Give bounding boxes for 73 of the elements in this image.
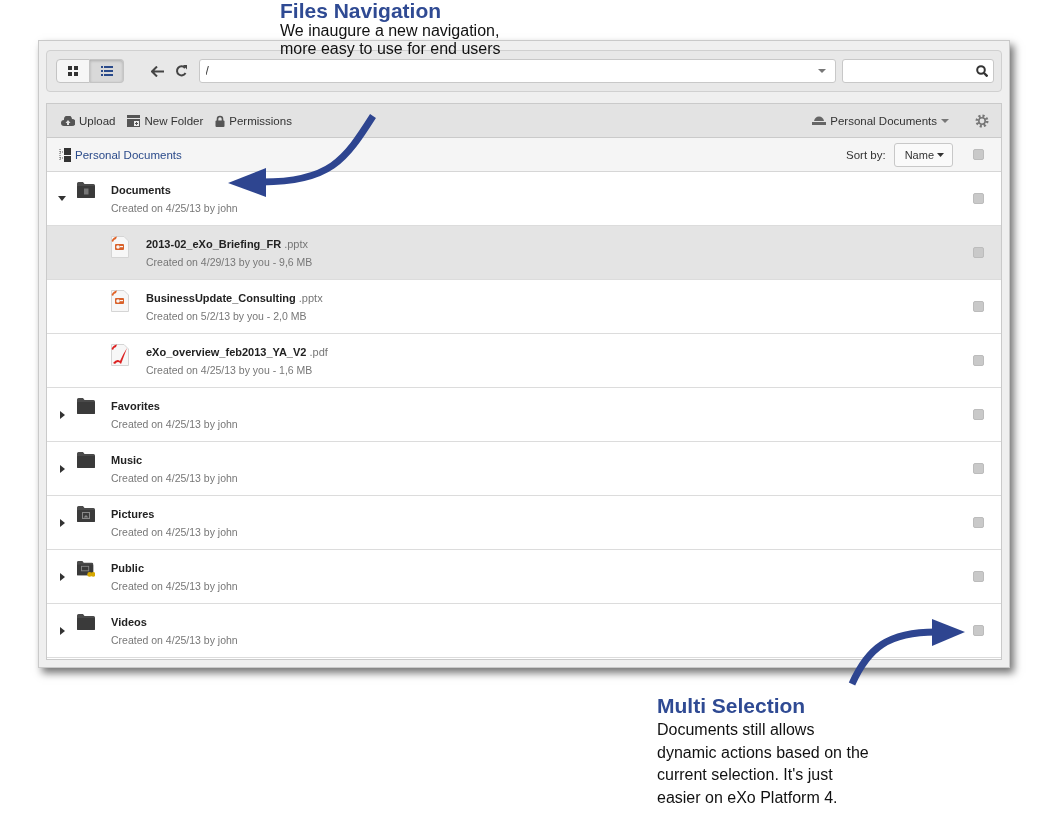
folder-name: Favorites	[111, 400, 161, 412]
action-link[interactable]: New Folder	[144, 114, 204, 127]
caret-down-icon[interactable]	[58, 196, 66, 201]
folder-icon	[77, 560, 95, 578]
row-checkbox[interactable]	[973, 301, 984, 312]
presentation-file-icon	[111, 236, 129, 258]
path-field[interactable]: /	[198, 59, 836, 83]
tree-icon	[59, 147, 71, 162]
sort-label: Sort by:	[846, 148, 886, 161]
view-toggle-button[interactable]	[56, 59, 90, 83]
row-checkbox[interactable]	[973, 247, 984, 258]
item-details: Created on 4/25/13 by john	[111, 472, 239, 484]
row-checkbox[interactable]	[973, 355, 984, 366]
row-checkbox[interactable]	[973, 625, 984, 636]
caret-icon	[937, 152, 944, 157]
search-icon	[976, 65, 988, 77]
folder-name: Documents	[111, 184, 172, 196]
row-checkbox[interactable]	[973, 193, 984, 204]
item-details: Created on 5/2/13 by you - 2,0 MB	[146, 310, 308, 322]
caret-right-icon[interactable]	[59, 410, 65, 419]
item-details: Created on 4/25/13 by john	[111, 580, 239, 592]
folder-icon	[77, 506, 95, 522]
annotation-text: We inaugure a new navigation, more easy to use for end users	[280, 22, 501, 58]
row-checkbox[interactable]	[973, 463, 984, 474]
settings-icon[interactable]	[975, 113, 989, 128]
back-arrow-icon[interactable]	[151, 65, 165, 77]
dropdown-caret-icon[interactable]	[941, 118, 949, 123]
caret-right-icon[interactable]	[59, 464, 65, 473]
folder-icon	[77, 614, 95, 630]
folder-icon	[77, 182, 95, 198]
presentation-file-icon	[111, 290, 129, 312]
item-details: Created on 4/25/13 by john	[111, 634, 239, 646]
dropdown-caret-icon[interactable]	[817, 69, 826, 73]
item-details: Created on 4/25/13 by john	[111, 526, 239, 538]
lock-icon	[215, 114, 226, 127]
item-details: Created on 4/25/13 by john	[111, 418, 239, 430]
file-name: eXo_overview_feb2013_YA_V2 .pdf	[146, 346, 329, 358]
drive-selector[interactable]: Personal Documents	[830, 114, 937, 127]
pdf-file-icon	[111, 344, 129, 366]
refresh-icon[interactable]	[174, 65, 187, 77]
sort-dropdown[interactable]: Name	[893, 142, 953, 167]
folder-name: Pictures	[111, 508, 156, 520]
row-checkbox[interactable]	[973, 409, 984, 420]
file-row[interactable]: 2013-02_eXo_Briefing_FR .pptx Created on 4/29/13 by you - 9,6 MB	[47, 226, 1001, 280]
folder-icon	[77, 398, 95, 414]
folder-name: Public	[111, 562, 145, 574]
file-name: BusinessUpdate_Consulting .pptx	[146, 292, 324, 304]
row-checkbox[interactable]	[973, 517, 984, 528]
item-details: Created on 4/29/13 by you - 9,6 MB	[146, 256, 314, 268]
file-name: 2013-02_eXo_Briefing_FR .pptx	[146, 238, 310, 250]
caret-right-icon[interactable]	[59, 626, 65, 635]
annotation-text: Documents still allows dynamic actions based on the current selection. It's just easier on eXo Platform 4.	[657, 720, 869, 808]
item-details: Created on 4/25/13 by you - 1,6 MB	[146, 364, 314, 376]
item-details: Created on 4/25/13 by john	[111, 202, 239, 214]
drive-icon	[812, 116, 827, 125]
action-link[interactable]: Upload	[79, 114, 116, 127]
caret-right-icon[interactable]	[59, 572, 65, 581]
caret-right-icon[interactable]	[59, 518, 65, 527]
folder-name: Music	[111, 454, 144, 466]
folder-icon	[77, 452, 95, 468]
annotation-title: Multi Selection	[657, 693, 807, 719]
row-checkbox[interactable]	[973, 571, 984, 582]
select-all-checkbox[interactable]	[973, 149, 984, 160]
cloud-upload-icon	[61, 115, 75, 126]
grid-icon	[68, 66, 78, 76]
breadcrumb-link[interactable]: Personal Documents	[75, 148, 182, 161]
list-icon	[100, 66, 113, 76]
folder-name: Videos	[111, 616, 148, 628]
view-toggle-button[interactable]	[90, 59, 124, 83]
search-field[interactable]	[841, 59, 994, 83]
new-folder-icon	[127, 114, 141, 127]
action-link[interactable]: Permissions	[229, 114, 292, 127]
annotation-title: Files Navigation	[280, 0, 443, 22]
